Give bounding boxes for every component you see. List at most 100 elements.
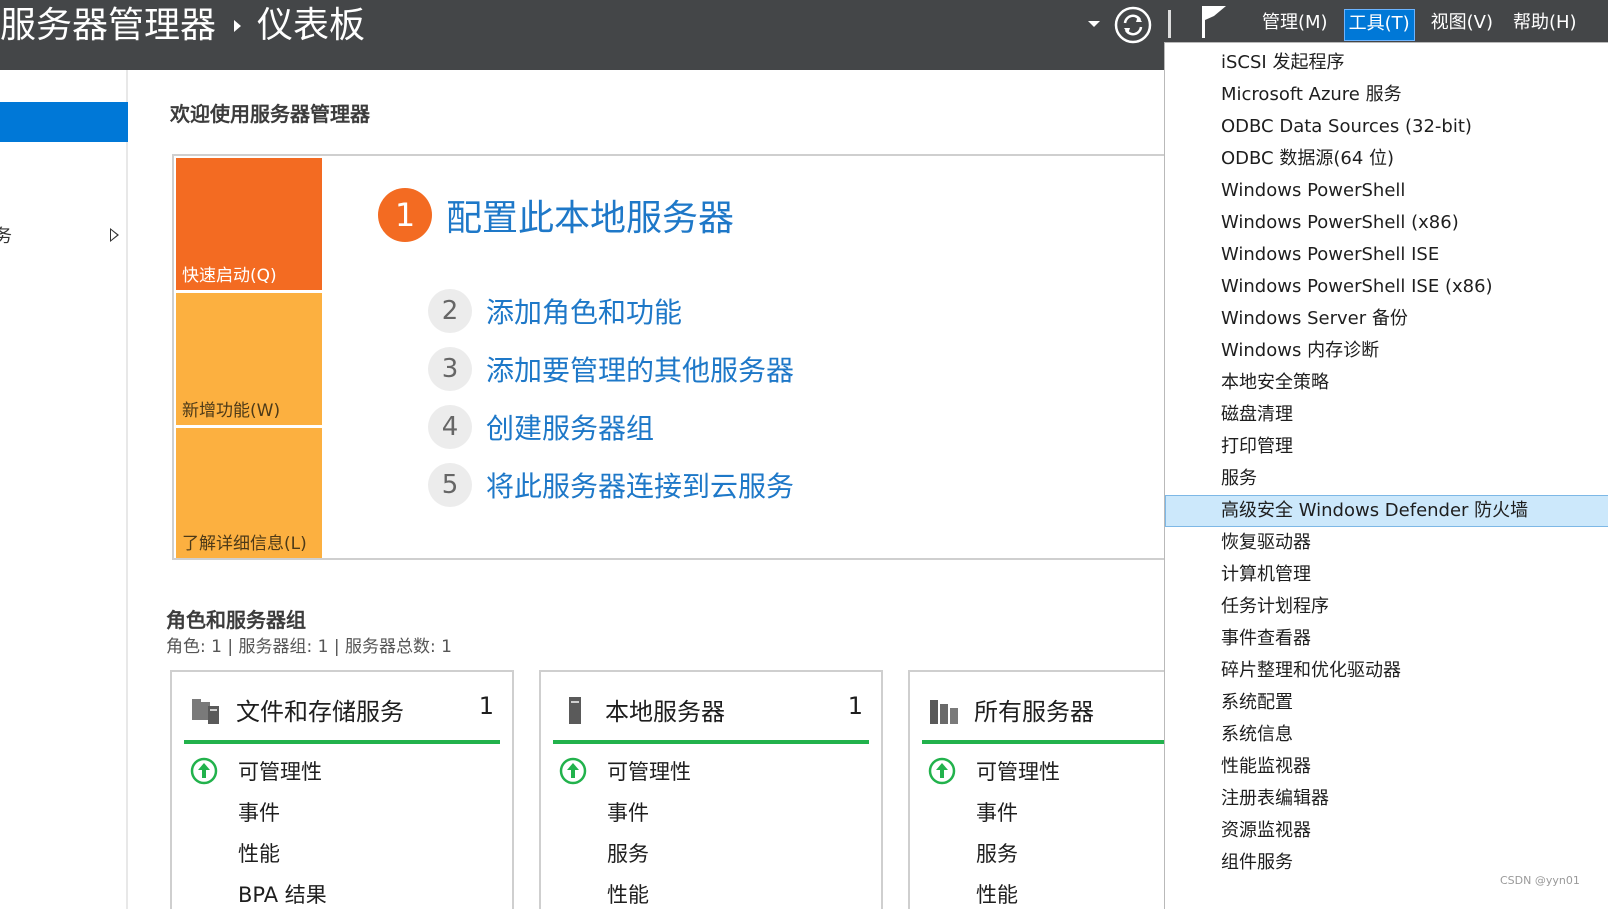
menu-bar: 管理(M) 工具(T) 视图(V) 帮助(H) xyxy=(1258,9,1593,41)
card-row-services[interactable]: 服务 xyxy=(553,832,869,873)
header-divider xyxy=(1168,10,1171,38)
menu-help[interactable]: 帮助(H) xyxy=(1509,9,1581,41)
menu-item-defragment[interactable]: 碎片整理和优化驱动器 xyxy=(1165,655,1608,687)
card-title: 本地服务器 xyxy=(605,698,725,726)
menu-item-odbc-32[interactable]: ODBC Data Sources (32-bit) xyxy=(1165,111,1608,143)
card-rows: 可管理性 事件 性能 BPA 结果 xyxy=(184,750,500,909)
step-link[interactable]: 配置此本地服务器 xyxy=(446,189,734,241)
row-label: 可管理性 xyxy=(607,760,691,784)
notifications-flag-icon[interactable] xyxy=(1200,2,1228,40)
card-row-events[interactable]: 事件 xyxy=(184,791,500,832)
row-label: 可管理性 xyxy=(976,760,1060,784)
menu-item-system-configuration[interactable]: 系统配置 xyxy=(1165,687,1608,719)
status-ok-icon xyxy=(559,757,587,785)
nav-item-dashboard-selected[interactable] xyxy=(0,102,128,142)
nav-item-partial-label[interactable]: 务 xyxy=(0,222,12,248)
card-row-events[interactable]: 事件 xyxy=(553,791,869,832)
menu-item-system-information[interactable]: 系统信息 xyxy=(1165,719,1608,751)
menu-item-services[interactable]: 服务 xyxy=(1165,463,1608,495)
row-label: 性能 xyxy=(238,842,280,866)
roles-section-title: 角色和服务器组 xyxy=(166,608,306,632)
menu-item-task-scheduler[interactable]: 任务计划程序 xyxy=(1165,591,1608,623)
app-title: 服务器管理器 xyxy=(0,5,217,46)
step-number-badge: 5 xyxy=(428,463,472,507)
breadcrumb-separator-icon xyxy=(234,20,242,32)
step-create-server-group[interactable]: 4 创建服务器组 xyxy=(428,398,794,456)
menu-item-event-viewer[interactable]: 事件查看器 xyxy=(1165,623,1608,655)
tile-learn-more[interactable]: 了解详细信息(L) xyxy=(176,428,322,558)
row-label: 服务 xyxy=(607,842,649,866)
menu-item-defender-firewall[interactable]: 高级安全 Windows Defender 防火墙 xyxy=(1165,495,1608,527)
menu-tools[interactable]: 工具(T) xyxy=(1343,9,1415,41)
step-link[interactable]: 将此服务器连接到云服务 xyxy=(486,465,794,505)
step-number-badge: 2 xyxy=(428,289,472,333)
card-header[interactable]: 文件和存储服务 1 xyxy=(184,690,500,730)
card-count: 1 xyxy=(478,692,494,720)
expand-arrow-icon[interactable] xyxy=(110,228,119,242)
step-add-roles[interactable]: 2 添加角色和功能 xyxy=(428,282,794,340)
role-card-local-server[interactable]: 本地服务器 1 可管理性 事件 服务 性能 xyxy=(539,670,883,909)
menu-item-performance-monitor[interactable]: 性能监视器 xyxy=(1165,751,1608,783)
menu-item-iscsi-initiator[interactable]: iSCSI 发起程序 xyxy=(1165,47,1608,79)
step-number-badge: 4 xyxy=(428,405,472,449)
step-add-servers[interactable]: 3 添加要管理的其他服务器 xyxy=(428,340,794,398)
step-connect-cloud[interactable]: 5 将此服务器连接到云服务 xyxy=(428,456,794,514)
left-navigation-pane: 务 xyxy=(0,70,128,909)
row-label: 可管理性 xyxy=(238,760,322,784)
breadcrumb: 服务器管理器 仪表板 xyxy=(0,4,365,48)
watermark: CSDN @yyn01 xyxy=(1500,874,1580,887)
refresh-icon[interactable] xyxy=(1114,6,1152,44)
menu-item-registry-editor[interactable]: 注册表编辑器 xyxy=(1165,783,1608,815)
menu-item-azure-services[interactable]: Microsoft Azure 服务 xyxy=(1165,79,1608,111)
card-title: 所有服务器 xyxy=(974,698,1094,726)
menu-item-disk-cleanup[interactable]: 磁盘清理 xyxy=(1165,399,1608,431)
role-card-file-storage[interactable]: 文件和存储服务 1 可管理性 事件 性能 BPA 结果 xyxy=(170,670,514,909)
menu-item-recovery-drive[interactable]: 恢复驱动器 xyxy=(1165,527,1608,559)
step-link[interactable]: 添加角色和功能 xyxy=(486,291,682,331)
card-row-performance[interactable]: 性能 xyxy=(184,832,500,873)
step-link[interactable]: 添加要管理的其他服务器 xyxy=(486,349,794,389)
menu-item-powershell[interactable]: Windows PowerShell xyxy=(1165,175,1608,207)
menu-view[interactable]: 视图(V) xyxy=(1427,9,1497,41)
menu-item-resource-monitor[interactable]: 资源监视器 xyxy=(1165,815,1608,847)
tools-dropdown-menu: iSCSI 发起程序 Microsoft Azure 服务 ODBC Data … xyxy=(1164,42,1608,909)
tile-label: 新增功能(W) xyxy=(182,401,281,421)
card-header[interactable]: 本地服务器 1 xyxy=(553,690,869,730)
menu-item-computer-management[interactable]: 计算机管理 xyxy=(1165,559,1608,591)
menu-item-print-management[interactable]: 打印管理 xyxy=(1165,431,1608,463)
step-list: 2 添加角色和功能 3 添加要管理的其他服务器 4 创建服务器组 5 将此服务器… xyxy=(428,282,794,514)
menu-item-odbc-64[interactable]: ODBC 数据源(64 位) xyxy=(1165,143,1608,175)
card-row-manageability[interactable]: 可管理性 xyxy=(184,750,500,791)
menu-item-powershell-ise-x86[interactable]: Windows PowerShell ISE (x86) xyxy=(1165,271,1608,303)
row-label: 事件 xyxy=(238,801,280,825)
step-number-badge: 1 xyxy=(378,188,432,242)
menu-item-powershell-ise[interactable]: Windows PowerShell ISE xyxy=(1165,239,1608,271)
step-link[interactable]: 创建服务器组 xyxy=(486,407,654,447)
tile-whats-new[interactable]: 新增功能(W) xyxy=(176,293,322,425)
welcome-heading: 欢迎使用服务器管理器 xyxy=(170,102,370,126)
status-ok-icon xyxy=(190,757,218,785)
card-row-performance[interactable]: 性能 xyxy=(553,873,869,909)
navigation-dropdown-icon[interactable] xyxy=(1088,21,1100,27)
menu-item-memory-diagnostic[interactable]: Windows 内存诊断 xyxy=(1165,335,1608,367)
dashboard-content: 欢迎使用服务器管理器 快速启动(Q) 新增功能(W) 了解详细信息(L) 1 配… xyxy=(130,70,1252,909)
row-label: BPA 结果 xyxy=(238,883,327,907)
card-title: 文件和存储服务 xyxy=(236,698,404,726)
menu-item-powershell-x86[interactable]: Windows PowerShell (x86) xyxy=(1165,207,1608,239)
menu-item-local-security-policy[interactable]: 本地安全策略 xyxy=(1165,367,1608,399)
card-row-manageability[interactable]: 可管理性 xyxy=(553,750,869,791)
card-row-bpa[interactable]: BPA 结果 xyxy=(184,873,500,909)
card-rows: 可管理性 事件 服务 性能 xyxy=(553,750,869,909)
tile-label: 了解详细信息(L) xyxy=(182,534,307,554)
page-title: 仪表板 xyxy=(257,5,366,46)
menu-manage[interactable]: 管理(M) xyxy=(1258,9,1332,41)
card-count: 1 xyxy=(847,692,863,720)
tile-quick-start[interactable]: 快速启动(Q) xyxy=(176,158,322,290)
step-configure-local-server[interactable]: 1 配置此本地服务器 xyxy=(378,188,734,242)
status-bar xyxy=(553,740,869,744)
menu-item-server-backup[interactable]: Windows Server 备份 xyxy=(1165,303,1608,335)
row-label: 性能 xyxy=(607,883,649,907)
status-bar xyxy=(184,740,500,744)
row-label: 性能 xyxy=(976,883,1018,907)
folder-server-icon xyxy=(192,699,219,724)
